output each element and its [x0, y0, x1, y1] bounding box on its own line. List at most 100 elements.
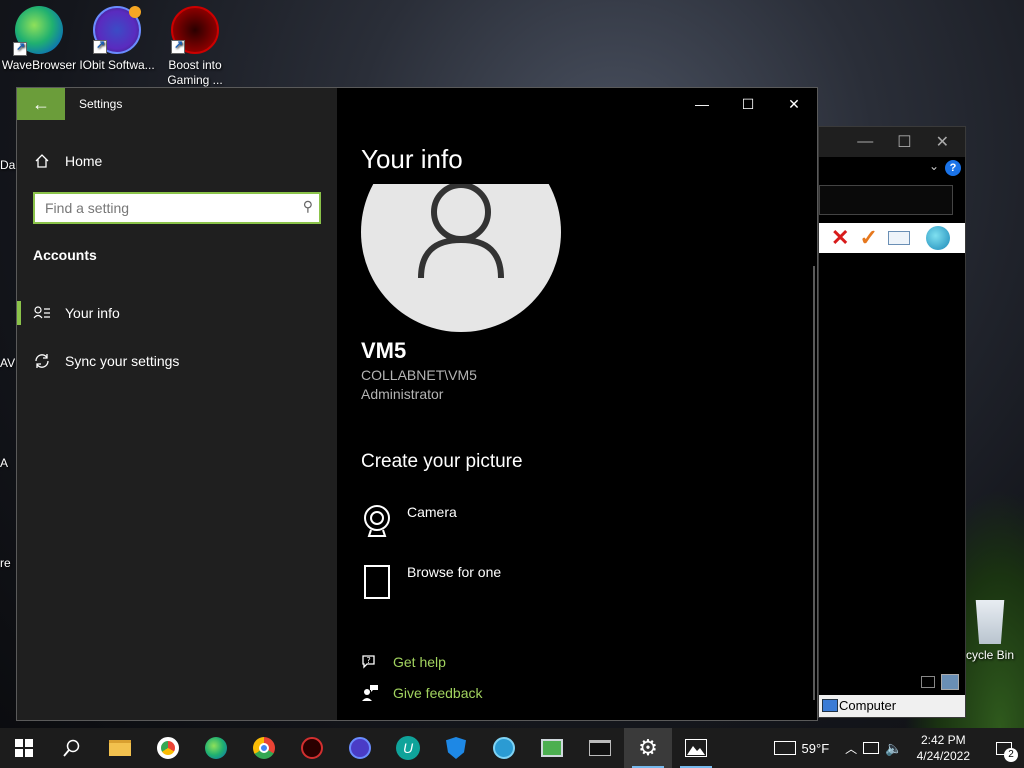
- desktop-edge-label[interactable]: re: [0, 556, 11, 570]
- desktop-icon-iobit[interactable]: IObit Softwa...: [78, 6, 156, 73]
- sidebar-item-your-info[interactable]: Your info: [17, 293, 337, 333]
- person-list-icon: [33, 304, 51, 322]
- chevron-down-icon[interactable]: ⌄: [929, 159, 939, 173]
- background-window-toolbar: [819, 157, 965, 179]
- taskbar-boost-gaming[interactable]: [288, 728, 336, 768]
- chevron-up-icon[interactable]: ︿: [845, 740, 857, 757]
- shield-icon: [446, 737, 466, 759]
- news-widget-icon[interactable]: [773, 741, 796, 755]
- give-feedback-link[interactable]: Give feedback: [361, 684, 483, 702]
- boost-gaming-icon: [301, 737, 323, 759]
- folder-icon: [109, 740, 131, 756]
- browse-label: Browse for one: [407, 564, 502, 580]
- shortcut-arrow-icon: [93, 38, 107, 54]
- desktop-icon-boost-gaming[interactable]: Boost into Gaming ...: [156, 6, 234, 88]
- notification-center[interactable]: 2: [984, 728, 1024, 768]
- search-icon[interactable]: ⚲: [303, 198, 313, 215]
- desktop-edge-label[interactable]: AV: [0, 356, 15, 370]
- search-button[interactable]: [48, 728, 96, 768]
- background-window-action-bar: ✕ ✓: [819, 223, 965, 253]
- taskbar-chrome[interactable]: [240, 728, 288, 768]
- weather-label[interactable]: 59°F: [802, 741, 830, 756]
- browse-option[interactable]: Browse for one: [361, 564, 501, 604]
- account-role: Administrator: [361, 386, 444, 402]
- start-button[interactable]: [0, 728, 48, 768]
- settings-search[interactable]: ⚲: [33, 192, 321, 224]
- photos-icon: [685, 739, 707, 757]
- background-window[interactable]: — ☐ ✕ ⌄ ? ✕ ✓ Computer: [818, 126, 966, 718]
- page-title: Your info: [361, 144, 463, 174]
- desktop-icon-recycle-bin[interactable]: cycle Bin: [956, 600, 1024, 662]
- sidebar-item-sync-settings[interactable]: Sync your settings: [17, 341, 337, 381]
- clock[interactable]: 2:42 PM 4/24/2022: [909, 732, 978, 764]
- settings-sidebar: ← Settings Home ⚲ Accounts Your info Syn…: [17, 88, 337, 720]
- taskbar-vpn-app[interactable]: [480, 728, 528, 768]
- minimize-icon: —: [695, 96, 709, 112]
- shortcut-arrow-icon: [13, 40, 27, 56]
- taskbar-browser-1[interactable]: [144, 728, 192, 768]
- desktop-icon-label: IObit Softwa...: [79, 58, 155, 72]
- get-help-link[interactable]: ? Get help: [361, 653, 446, 671]
- help-icon[interactable]: ?: [945, 160, 961, 176]
- maximize-icon[interactable]: ☐: [897, 132, 911, 152]
- taskbar-settings[interactable]: ⚙: [624, 728, 672, 768]
- maximize-button[interactable]: ☐: [725, 88, 771, 120]
- avatar: [361, 184, 561, 332]
- boost-gaming-icon: [171, 6, 219, 54]
- accept-check-icon[interactable]: ✓: [859, 225, 877, 251]
- sidebar-item-label: Your info: [65, 305, 120, 321]
- nav-home[interactable]: Home: [33, 152, 102, 170]
- desktop-edge-label[interactable]: Da: [0, 158, 15, 172]
- camera-option[interactable]: Camera: [361, 504, 457, 544]
- desktop-icon-label: cycle Bin: [965, 648, 1015, 662]
- feedback-person-icon: [361, 684, 379, 702]
- network-icon[interactable]: [863, 742, 880, 754]
- browser-shield-icon: [157, 737, 179, 759]
- window-title: Settings: [79, 97, 123, 111]
- details-view-icon[interactable]: [921, 676, 935, 688]
- home-icon: [33, 152, 51, 170]
- update-badge-icon: [129, 6, 141, 18]
- background-window-titlebar[interactable]: — ☐ ✕: [819, 127, 965, 157]
- desktop-icon-wavebrowser[interactable]: WaveBrowser: [0, 6, 78, 73]
- webcam-icon: [361, 504, 393, 544]
- give-feedback-label: Give feedback: [393, 685, 483, 701]
- chrome-icon: [253, 737, 275, 759]
- reject-x-icon[interactable]: ✕: [831, 225, 849, 251]
- taskbar-iobit[interactable]: [336, 728, 384, 768]
- background-window-statusbar: [819, 671, 965, 695]
- settings-window[interactable]: ← Settings Home ⚲ Accounts Your info Syn…: [16, 87, 818, 721]
- camera-label: Camera: [407, 504, 457, 520]
- wavebrowser-icon: [13, 6, 63, 56]
- default-user-icon: [418, 184, 504, 279]
- close-icon: ✕: [788, 96, 800, 112]
- back-button[interactable]: ←: [17, 88, 65, 120]
- taskbar-terminal[interactable]: [576, 728, 624, 768]
- minimize-button[interactable]: —: [679, 88, 725, 120]
- u-circle-icon: U: [396, 736, 420, 760]
- close-button[interactable]: ✕: [771, 88, 817, 120]
- preview-view-icon[interactable]: [941, 674, 959, 690]
- gear-icon: ⚙: [638, 735, 658, 760]
- iobit-icon: [349, 737, 371, 759]
- minimize-icon[interactable]: —: [857, 133, 873, 151]
- taskbar-file-explorer[interactable]: [96, 728, 144, 768]
- background-window-field[interactable]: [819, 185, 953, 215]
- get-help-label: Get help: [393, 654, 446, 670]
- desktop-edge-label[interactable]: A: [0, 456, 8, 470]
- close-icon[interactable]: ✕: [936, 132, 949, 152]
- taskbar: U ⚙ 59°F ︿ 🔈 2:42 PM 4/24/2022 2: [0, 728, 1024, 768]
- taskbar-photos[interactable]: [672, 728, 720, 768]
- taskbar-shield-app[interactable]: [432, 728, 480, 768]
- taskbar-wavebrowser[interactable]: [192, 728, 240, 768]
- scrollbar[interactable]: [813, 266, 815, 700]
- settings-main: — ☐ ✕ Your info VM5 COLLABNET\VM5 Admini…: [337, 88, 817, 720]
- search-input[interactable]: [35, 194, 285, 222]
- volume-icon[interactable]: 🔈: [885, 740, 902, 757]
- taskbar-task-app[interactable]: [528, 728, 576, 768]
- create-picture-heading: Create your picture: [361, 451, 523, 472]
- nav-home-label: Home: [65, 153, 103, 169]
- globe-icon[interactable]: [925, 226, 950, 250]
- taskbar-app-u[interactable]: U: [384, 728, 432, 768]
- envelope-icon[interactable]: [887, 231, 910, 245]
